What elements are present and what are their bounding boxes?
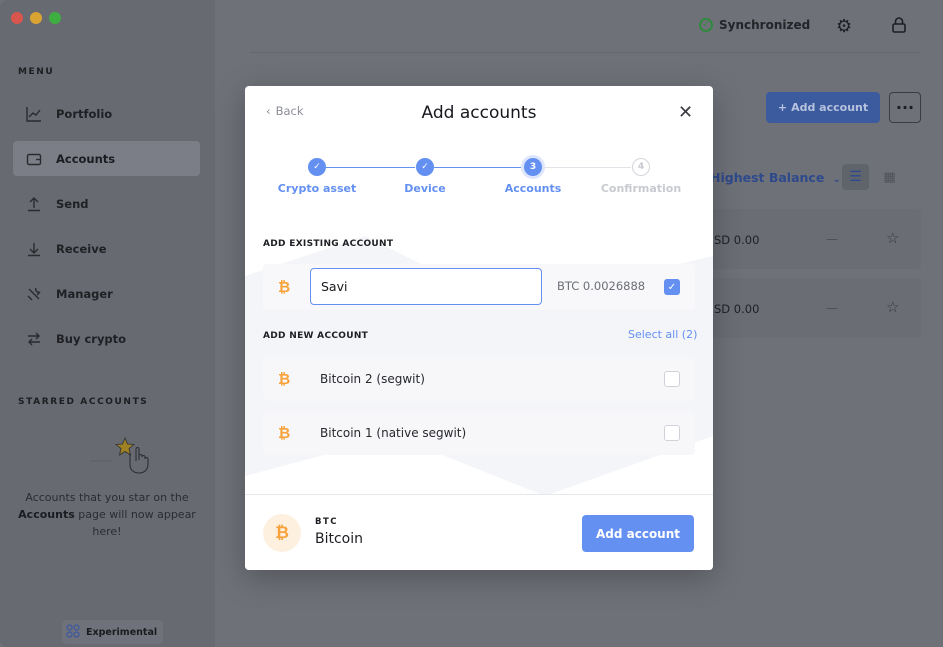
more-options-button[interactable]: ··· <box>889 92 921 123</box>
star-icon[interactable]: ☆ <box>886 298 899 316</box>
close-icon[interactable]: ✕ <box>678 102 693 123</box>
sidebar-item-accounts[interactable]: Accounts <box>13 141 200 176</box>
sidebar-item-manager[interactable]: Manager <box>13 276 200 311</box>
account-change: — <box>826 301 838 315</box>
step-connector <box>542 167 631 168</box>
plus-icon: + <box>777 101 788 114</box>
step-4-dot: 4 <box>632 158 650 176</box>
step-2-label: Device <box>404 182 446 195</box>
list-icon: ☰ <box>849 169 862 185</box>
sync-status: ✓ Synchronized <box>699 18 810 32</box>
currency-name: Bitcoin <box>315 531 364 547</box>
sidebar-item-receive[interactable]: Receive <box>13 231 200 266</box>
step-3-label: Accounts <box>504 182 562 195</box>
tools-icon <box>26 286 42 302</box>
new-accounts-title: ADD NEW ACCOUNT <box>263 331 369 341</box>
sort-dropdown[interactable]: Highest Balance ⌄ <box>710 170 841 185</box>
sidebar-item-label: Buy crypto <box>56 331 127 346</box>
step-connector <box>326 167 415 168</box>
lock-icon[interactable] <box>889 15 909 35</box>
new-account-row[interactable]: ₿ Bitcoin 1 (native segwit) <box>263 411 695 455</box>
gear-icon[interactable]: ⚙ <box>836 16 852 37</box>
modal-title: Add accounts <box>421 103 537 123</box>
existing-accounts-title: ADD EXISTING ACCOUNT <box>263 239 394 249</box>
experimental-icon <box>66 623 80 641</box>
account-balance: SD 0.00 <box>714 233 760 247</box>
starred-hint-part-2: page will now appear here! <box>78 508 196 538</box>
existing-account-row: ₿ BTC 0.0026888 ✓ <box>263 264 695 310</box>
add-accounts-modal: ‹ Back Add accounts ✕ ✓ ✓ 3 4 Crypto ass… <box>245 86 713 570</box>
sidebar-item-send[interactable]: Send <box>13 186 200 221</box>
existing-account-checkbox[interactable]: ✓ <box>664 279 680 295</box>
account-name-input[interactable] <box>310 268 542 305</box>
modal-footer: ₿ BTC Bitcoin Add account <box>245 494 713 570</box>
step-1-label: Crypto asset <box>277 182 357 195</box>
step-2-dot: ✓ <box>416 158 434 176</box>
add-account-label: Add account <box>791 101 869 114</box>
wallet-icon <box>26 151 42 167</box>
experimental-button[interactable]: Experimental <box>62 620 164 644</box>
sidebar-item-buy-crypto[interactable]: Buy crypto <box>13 321 200 356</box>
sidebar-item-label: Portfolio <box>56 106 113 121</box>
new-account-checkbox[interactable] <box>664 371 680 387</box>
starred-accounts-title: STARRED ACCOUNTS <box>18 397 149 407</box>
bitcoin-icon: ₿ <box>278 278 291 296</box>
app-window: MENU Portfolio Accounts Send Receive Man… <box>0 0 943 647</box>
step-connector <box>434 167 523 168</box>
sync-label: Synchronized <box>719 18 811 32</box>
add-account-button[interactable]: Add account <box>582 515 694 552</box>
maximize-window-button[interactable] <box>49 12 61 24</box>
star-hand-icon <box>90 435 150 475</box>
new-account-name: Bitcoin 1 (native segwit) <box>320 426 467 440</box>
grid-icon: ▦ <box>883 169 896 185</box>
account-row[interactable]: SD 0.00 — ☆ <box>700 278 921 338</box>
chart-line-icon <box>26 106 42 122</box>
currency-ticker: BTC <box>315 517 339 527</box>
experimental-label: Experimental <box>86 626 158 638</box>
stepper: ✓ ✓ 3 4 Crypto asset Device Accounts Con… <box>245 158 713 198</box>
existing-account-balance: BTC 0.0026888 <box>557 279 646 293</box>
bitcoin-icon: ₿ <box>263 514 301 552</box>
step-3-dot: 3 <box>524 158 542 176</box>
sort-label: Highest Balance <box>710 170 825 185</box>
star-icon[interactable]: ☆ <box>886 229 899 247</box>
starred-hint-part-1: Accounts that you star on the <box>25 491 189 504</box>
select-all-link[interactable]: Select all (2) <box>628 328 697 341</box>
starred-hint-bold: Accounts <box>18 508 75 521</box>
sidebar-item-portfolio[interactable]: Portfolio <box>13 96 200 131</box>
chevron-down-icon: ⌄ <box>832 174 842 185</box>
account-row[interactable]: SD 0.00 — ☆ <box>700 209 921 269</box>
bitcoin-icon: ₿ <box>278 424 291 442</box>
sidebar: MENU Portfolio Accounts Send Receive Man… <box>0 0 215 647</box>
step-4-label: Confirmation <box>600 182 682 195</box>
grid-view-toggle[interactable]: ▦ <box>876 164 903 190</box>
topbar-divider <box>250 52 920 53</box>
check-circle-icon: ✓ <box>699 18 713 32</box>
new-account-checkbox[interactable] <box>664 425 680 441</box>
new-account-row[interactable]: ₿ Bitcoin 2 (segwit) <box>263 357 695 401</box>
account-change: — <box>826 232 838 246</box>
window-controls <box>11 12 61 24</box>
account-balance: SD 0.00 <box>714 302 760 316</box>
arrow-down-icon <box>26 241 42 257</box>
exchange-icon <box>26 331 42 347</box>
sidebar-item-label: Send <box>56 196 89 211</box>
sidebar-item-label: Manager <box>56 286 113 301</box>
arrow-up-icon <box>26 196 42 212</box>
close-window-button[interactable] <box>11 12 23 24</box>
add-account-button-background[interactable]: + Add account <box>766 92 880 123</box>
step-1-dot: ✓ <box>308 158 326 176</box>
sidebar-item-label: Receive <box>56 241 107 256</box>
list-view-toggle[interactable]: ☰ <box>842 164 869 190</box>
new-account-name: Bitcoin 2 (segwit) <box>320 372 425 386</box>
menu-title: MENU <box>18 67 55 77</box>
sidebar-item-label: Accounts <box>56 151 116 166</box>
starred-accounts-hint: Accounts that you star on the Accounts p… <box>14 489 200 540</box>
minimize-window-button[interactable] <box>30 12 42 24</box>
bitcoin-icon: ₿ <box>278 370 291 388</box>
